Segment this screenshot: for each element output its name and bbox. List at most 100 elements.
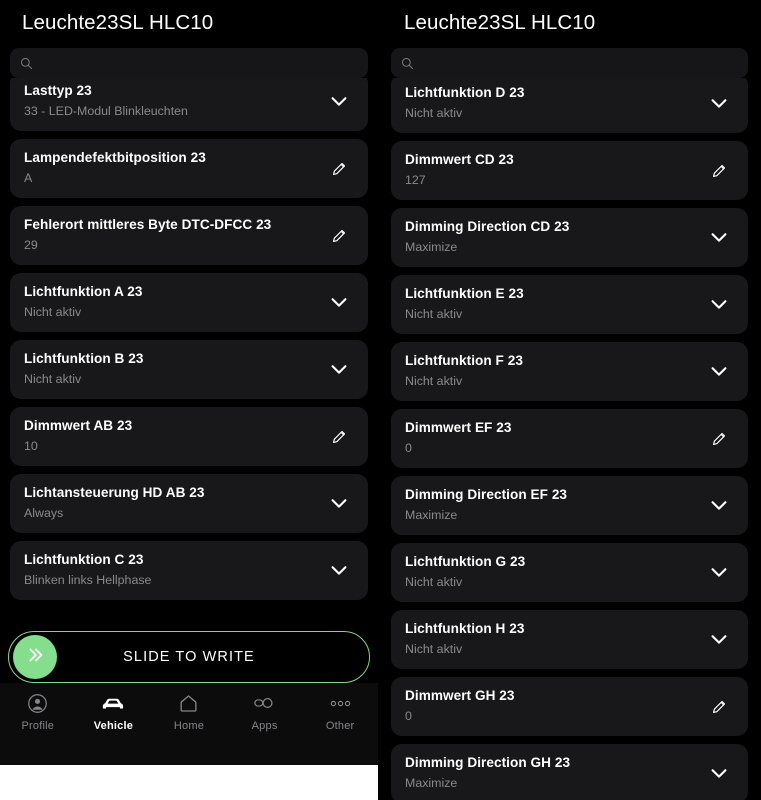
parameter-list-right: Lichtfunktion D 23 Nicht aktiv Dimmwert CD…	[378, 74, 761, 800]
parameter-title: Lasttyp 23	[24, 83, 92, 98]
parameter-card[interactable]: Lampendefektbitposition 23 A	[10, 139, 368, 198]
slide-to-write-button[interactable]: SLIDE TO WRITE	[8, 631, 370, 683]
chevron-down-icon[interactable]	[704, 289, 734, 319]
parameter-value: Always	[24, 506, 64, 520]
search-bar[interactable]	[10, 48, 368, 78]
search-bar-right[interactable]	[391, 48, 748, 78]
parameter-value: Blinken links Hellphase	[24, 573, 152, 587]
parameter-card[interactable]: Lichtfunktion E 23 Nicht aktiv	[391, 275, 748, 334]
parameter-value: 29	[24, 238, 38, 252]
chevron-down-icon[interactable]	[704, 490, 734, 520]
chevron-down-icon[interactable]	[704, 356, 734, 386]
nav-label: Apps	[251, 720, 278, 732]
parameter-title: Dimmwert AB 23	[24, 418, 133, 433]
parameter-title: Lichtfunktion A 23	[24, 284, 143, 299]
parameter-card[interactable]: Dimmwert GH 23 0	[391, 677, 748, 736]
parameter-value: Nicht aktiv	[405, 106, 463, 120]
parameter-value: 33 - LED-Modul Blinkleuchten	[24, 104, 188, 118]
parameter-value: 10	[24, 439, 38, 453]
bottom-navigation-bar: Profile Vehicle Home Apps Other	[0, 683, 378, 765]
parameter-card[interactable]: Lichtansteuerung HD AB 23 Always	[10, 474, 368, 533]
parameter-value: Nicht aktiv	[405, 642, 463, 656]
pencil-icon[interactable]	[324, 220, 354, 250]
parameter-card[interactable]: Lichtfunktion G 23 Nicht aktiv	[391, 543, 748, 602]
parameter-card-text: Dimmwert AB 23 10	[24, 418, 316, 454]
nav-item-apps[interactable]: Apps	[232, 692, 298, 732]
parameter-card-text: Lichtansteuerung HD AB 23 Always	[24, 485, 316, 521]
pencil-icon[interactable]	[324, 421, 354, 451]
chevron-down-icon[interactable]	[704, 758, 734, 788]
parameter-card-text: Lichtfunktion D 23 Nicht aktiv	[405, 85, 696, 121]
search-input-right[interactable]	[414, 48, 738, 78]
profile-icon	[27, 692, 48, 714]
nav-label: Home	[173, 720, 205, 732]
parameter-card-text: Dimmwert CD 23 127	[405, 152, 696, 188]
parameter-value: A	[24, 171, 33, 185]
pencil-icon[interactable]	[704, 423, 734, 453]
parameter-title: Lampendefektbitposition 23	[24, 150, 206, 165]
chevron-down-icon[interactable]	[704, 557, 734, 587]
dual-screenshot-container: Leuchte23SL HLC10 Lasttyp 23 33 - LED-Mod…	[0, 0, 761, 800]
parameter-card-text: Lichtfunktion F 23 Nicht aktiv	[405, 353, 696, 389]
search-input[interactable]	[33, 48, 358, 78]
chevron-down-icon[interactable]	[324, 555, 354, 585]
parameter-value: Nicht aktiv	[24, 372, 82, 386]
parameter-card-text: Lichtfunktion A 23 Nicht aktiv	[24, 284, 316, 320]
parameter-card[interactable]: Lichtfunktion F 23 Nicht aktiv	[391, 342, 748, 401]
search-container	[0, 40, 378, 78]
parameter-card[interactable]: Dimmwert CD 23 127	[391, 141, 748, 200]
pencil-icon[interactable]	[324, 153, 354, 183]
parameter-title: Dimmwert GH 23	[405, 688, 515, 703]
search-icon	[401, 57, 414, 70]
chevron-down-icon[interactable]	[324, 86, 354, 116]
nav-item-vehicle[interactable]: Vehicle	[80, 692, 146, 732]
parameter-card[interactable]: Lichtfunktion H 23 Nicht aktiv	[391, 610, 748, 669]
nav-item-other[interactable]: Other	[307, 692, 373, 732]
pencil-icon[interactable]	[704, 691, 734, 721]
parameter-list-left: Lasttyp 23 33 - LED-Modul Blinkleuchten La…	[0, 72, 378, 600]
parameter-card-text: Lasttyp 23 33 - LED-Modul Blinkleuchten	[24, 83, 316, 119]
parameter-card-text: Lichtfunktion H 23 Nicht aktiv	[405, 621, 696, 657]
apps-icon	[253, 692, 276, 714]
parameter-card-text: Lichtfunktion C 23 Blinken links Hellphas…	[24, 552, 316, 588]
right-phone-screen: Leuchte23SL HLC10 Lichtfunktion D 23 Nich…	[378, 0, 761, 800]
chevron-down-icon[interactable]	[324, 488, 354, 518]
parameter-card-text: Dimming Direction GH 23 Maximize	[405, 755, 696, 791]
left-phone-screen: Leuchte23SL HLC10 Lasttyp 23 33 - LED-Mod…	[0, 0, 378, 765]
parameter-card[interactable]: Dimming Direction EF 23 Maximize	[391, 476, 748, 535]
parameter-card[interactable]: Lichtfunktion A 23 Nicht aktiv	[10, 273, 368, 332]
parameter-title: Lichtfunktion E 23	[405, 286, 524, 301]
parameter-card-text: Dimming Direction CD 23 Maximize	[405, 219, 696, 255]
parameter-card-text: Dimmwert EF 23 0	[405, 420, 696, 456]
chevron-down-icon[interactable]	[324, 287, 354, 317]
chevron-down-icon[interactable]	[704, 88, 734, 118]
chevron-down-icon[interactable]	[704, 222, 734, 252]
parameter-card-text: Lichtfunktion B 23 Nicht aktiv	[24, 351, 316, 387]
nav-label: Profile	[21, 720, 55, 732]
nav-item-home[interactable]: Home	[156, 692, 222, 732]
parameter-card[interactable]: Dimming Direction CD 23 Maximize	[391, 208, 748, 267]
parameter-title: Fehlerort mittleres Byte DTC-DFCC 23	[24, 217, 272, 232]
nav-label: Other	[325, 720, 355, 732]
parameter-card[interactable]: Lichtfunktion C 23 Blinken links Hellphas…	[10, 541, 368, 600]
parameter-title: Dimmwert EF 23	[405, 420, 512, 435]
slide-knob[interactable]	[13, 635, 57, 679]
parameter-card-text: Dimming Direction EF 23 Maximize	[405, 487, 696, 523]
parameter-card[interactable]: Dimmwert EF 23 0	[391, 409, 748, 468]
chevron-down-icon[interactable]	[704, 624, 734, 654]
pencil-icon[interactable]	[704, 155, 734, 185]
parameter-title: Lichtfunktion C 23	[24, 552, 144, 567]
nav-item-profile[interactable]: Profile	[5, 692, 71, 732]
parameter-value: Nicht aktiv	[405, 307, 463, 321]
chevron-down-icon[interactable]	[324, 354, 354, 384]
parameter-card[interactable]: Lichtfunktion B 23 Nicht aktiv	[10, 340, 368, 399]
parameter-card[interactable]: Dimmwert AB 23 10	[10, 407, 368, 466]
parameter-card[interactable]: Lichtfunktion D 23 Nicht aktiv	[391, 74, 748, 133]
home-icon	[178, 692, 199, 714]
parameter-card[interactable]: Fehlerort mittleres Byte DTC-DFCC 23 29	[10, 206, 368, 265]
parameter-value: Nicht aktiv	[405, 575, 463, 589]
slide-to-write-label: SLIDE TO WRITE	[123, 649, 255, 665]
parameter-value: Maximize	[405, 776, 458, 790]
parameter-card[interactable]: Lasttyp 23 33 - LED-Modul Blinkleuchten	[10, 72, 368, 131]
parameter-card[interactable]: Dimming Direction GH 23 Maximize	[391, 744, 748, 800]
